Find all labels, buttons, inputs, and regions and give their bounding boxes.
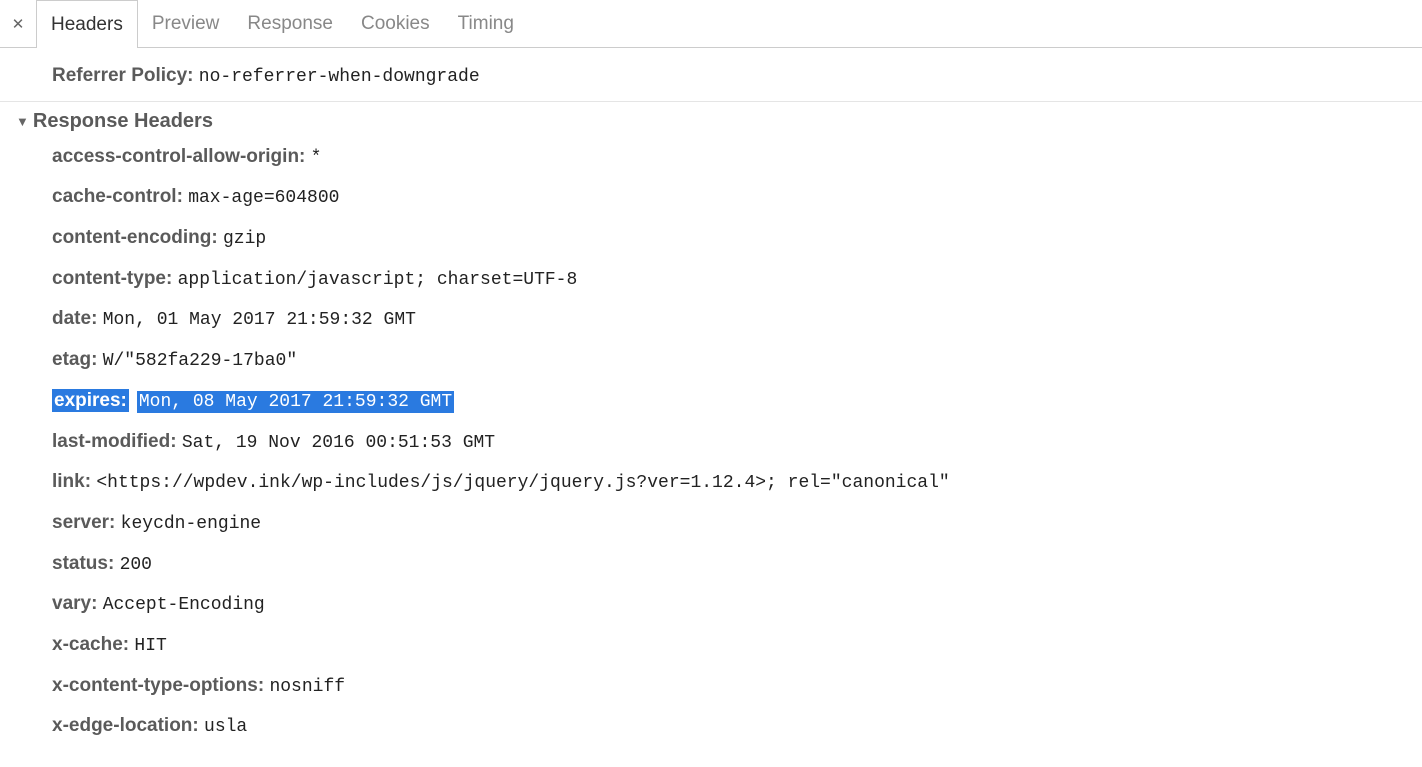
chevron-down-icon: ▼ [16, 114, 29, 129]
section-toggle[interactable]: ▼ Response Headers [0, 110, 1422, 133]
tab-cookies[interactable]: Cookies [347, 0, 444, 47]
header-value: HIT [134, 636, 166, 656]
header-value: 200 [120, 555, 152, 575]
header-name: x-content-type-options: [52, 675, 264, 696]
tab-headers[interactable]: Headers [36, 0, 138, 48]
header-row: x-edge-location: usla [0, 706, 1422, 747]
header-name: x-edge-location: [52, 715, 199, 736]
header-name: link: [52, 471, 91, 492]
header-row: content-encoding: gzip [0, 218, 1422, 259]
header-value: * [311, 148, 322, 168]
header-row-referrer-policy: Referrer Policy: no-referrer-when-downgr… [0, 56, 1422, 97]
header-value: gzip [223, 229, 266, 249]
header-name: server: [52, 512, 115, 533]
response-headers-section: ▼ Response Headers [0, 101, 1422, 137]
header-name: etag: [52, 349, 97, 370]
header-row: status: 200 [0, 544, 1422, 585]
header-name: Referrer Policy: [52, 65, 194, 86]
header-value: keycdn-engine [121, 514, 261, 534]
tabs: Headers Preview Response Cookies Timing [36, 0, 528, 47]
header-value: max-age=604800 [188, 188, 339, 208]
header-name: access-control-allow-origin: [52, 146, 305, 167]
section-title: Response Headers [33, 110, 213, 133]
header-name: last-modified: [52, 431, 177, 452]
header-value: no-referrer-when-downgrade [199, 67, 480, 87]
header-row: etag: W/"582fa229-17ba0" [0, 340, 1422, 381]
header-name: content-encoding: [52, 227, 218, 248]
header-value: usla [204, 717, 247, 737]
header-row: x-cache: HIT [0, 625, 1422, 666]
close-icon[interactable]: ✕ [0, 0, 36, 47]
header-name: expires: [52, 389, 129, 412]
header-value: Mon, 01 May 2017 21:59:32 GMT [103, 310, 416, 330]
header-value: <https://wpdev.ink/wp-includes/js/jquery… [96, 473, 949, 493]
tab-response[interactable]: Response [233, 0, 347, 47]
header-value: nosniff [269, 677, 345, 697]
tab-timing[interactable]: Timing [444, 0, 528, 47]
header-row: link: <https://wpdev.ink/wp-includes/js/… [0, 462, 1422, 503]
header-row: vary: Accept-Encoding [0, 584, 1422, 625]
header-row: x-content-type-options: nosniff [0, 666, 1422, 707]
headers-panel: Referrer Policy: no-referrer-when-downgr… [0, 48, 1422, 767]
tab-preview[interactable]: Preview [138, 0, 234, 47]
header-name: date: [52, 308, 97, 329]
header-name: cache-control: [52, 186, 183, 207]
header-value: Accept-Encoding [103, 595, 265, 615]
header-row: access-control-allow-origin: * [0, 137, 1422, 178]
header-value: W/"582fa229-17ba0" [103, 351, 297, 371]
header-row: server: keycdn-engine [0, 503, 1422, 544]
header-row: content-type: application/javascript; ch… [0, 259, 1422, 300]
header-value: application/javascript; charset=UTF-8 [178, 270, 578, 290]
header-value: Sat, 19 Nov 2016 00:51:53 GMT [182, 433, 495, 453]
header-name: content-type: [52, 268, 172, 289]
header-name: vary: [52, 593, 97, 614]
header-name: x-cache: [52, 634, 129, 655]
tab-bar: ✕ Headers Preview Response Cookies Timin… [0, 0, 1422, 48]
header-row-expires: expires: Mon, 08 May 2017 21:59:32 GMT [0, 381, 1422, 422]
header-value: Mon, 08 May 2017 21:59:32 GMT [137, 391, 454, 413]
header-row: cache-control: max-age=604800 [0, 177, 1422, 218]
header-row: last-modified: Sat, 19 Nov 2016 00:51:53… [0, 422, 1422, 463]
header-name: status: [52, 553, 114, 574]
header-row: date: Mon, 01 May 2017 21:59:32 GMT [0, 299, 1422, 340]
